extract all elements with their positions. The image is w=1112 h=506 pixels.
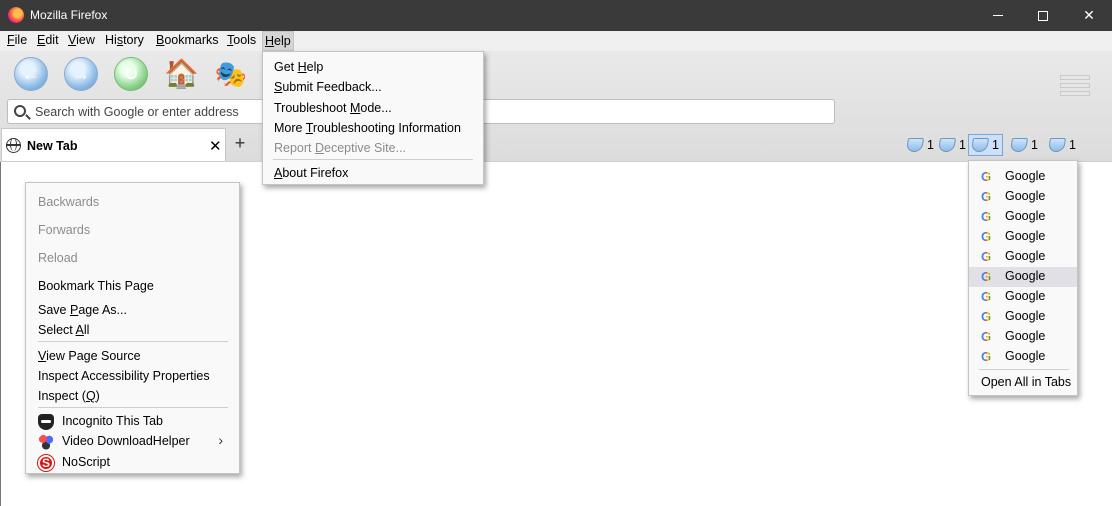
context-save-page[interactable]: Save Page As... [38,303,239,317]
open-all-in-tabs[interactable]: Open All in Tabs [981,375,1077,389]
menu-item-report-deceptive-site: Report Deceptive Site... [274,141,407,155]
home-icon: 🏠 [164,58,199,89]
close-tab-icon[interactable]: ✕ [209,137,222,155]
menu-bookmarks[interactable]: Bookmarks [154,33,221,47]
folder-shield-icon [938,138,956,152]
forward-button[interactable]: → [64,57,98,91]
menu-item-troubleshooting-info[interactable]: More Troubleshooting Information [274,121,483,135]
bookmark-item[interactable]: G Google [969,307,1077,327]
private-browsing-button[interactable]: 🎭 [214,57,248,91]
folder-shield-icon [971,138,989,152]
menu-item-submit-feedback[interactable]: Submit Feedback... [274,80,483,94]
maximize-icon [1038,10,1048,21]
folder-shield-icon [1010,138,1028,152]
bookmark-folder[interactable]: 1 [936,134,969,156]
title-bar: Mozilla Firefox ✕ [0,0,1112,31]
reload-button[interactable]: ↻ [114,57,148,91]
tab-new-tab[interactable]: New Tab ✕ [1,128,226,161]
menu-separator [38,341,228,342]
search-icon [14,105,26,117]
mask-icon: 🎭 [214,59,248,89]
google-icon: G [981,349,992,364]
folder-shield-icon [906,138,924,152]
bookmark-item[interactable]: G Google [969,167,1077,187]
context-forward: Forwards [38,223,91,237]
menu-edit[interactable]: Edit [35,33,61,47]
noscript-icon [38,455,54,471]
tab-label: New Tab [27,139,78,153]
bookmark-folder-menu: G Google G Google G Google G Google G Google … [968,160,1078,396]
google-icon: G [981,269,992,284]
menu-file[interactable]: File [5,33,29,47]
menu-view[interactable]: View [66,33,97,47]
folder-shield-icon [1048,138,1066,152]
context-reload: Reload [38,251,78,265]
menu-item-troubleshoot-mode[interactable]: Troubleshoot Mode... [274,101,483,115]
content-border [0,162,1,506]
firefox-logo-icon [8,7,24,23]
google-icon: G [981,309,992,324]
forward-arrow-icon: → [72,63,90,84]
minimize-button[interactable] [975,0,1021,31]
context-back: Backwards [38,195,100,209]
context-select-all[interactable]: Select All [38,323,239,337]
google-icon: G [981,229,992,244]
home-button[interactable]: 🏠 [164,57,199,91]
globe-icon [6,138,21,153]
context-inspect[interactable]: Inspect (Q) [38,389,239,403]
incognito-icon [38,414,54,430]
google-icon: G [981,249,992,264]
context-inspect-accessibility[interactable]: Inspect Accessibility Properties [38,369,239,383]
menu-item-about-firefox[interactable]: About Firefox [274,166,483,180]
bookmark-item[interactable]: G Google [969,347,1077,367]
bookmark-item[interactable]: G Google [969,327,1077,347]
google-icon: G [981,329,992,344]
menu-bar: File Edit View History Bookmarks Tools H… [0,31,1112,51]
menu-item-get-help[interactable]: Get Help [274,60,483,74]
chevron-right-icon: › [218,432,223,448]
menu-separator [979,369,1069,370]
google-icon: G [981,289,992,304]
maximize-button[interactable] [1020,0,1066,31]
bookmark-item[interactable]: G Google [969,227,1077,247]
back-button[interactable]: ← [14,57,48,91]
back-arrow-icon: ← [22,63,40,84]
minimize-icon [993,15,1003,16]
bookmark-folder-active[interactable]: 1 [968,134,1003,156]
menu-help[interactable]: Help [262,31,294,51]
menu-separator [273,159,473,160]
close-window-button[interactable]: ✕ [1066,0,1112,31]
google-icon: G [981,169,992,184]
bookmark-item-highlighted[interactable]: G Google [969,267,1077,287]
bookmark-item[interactable]: G Google [969,247,1077,267]
help-menu-dropdown: Get Help Submit Feedback... Troubleshoot… [262,51,484,185]
bookmark-item[interactable]: G Google [969,187,1077,207]
video-downloadhelper-icon [38,434,54,450]
page-context-menu: Backwards Forwards Reload Bookmark This … [25,182,240,474]
address-placeholder: Search with Google or enter address [35,105,239,119]
new-tab-button[interactable]: + [229,133,251,155]
menu-separator [38,407,228,408]
bookmark-folder[interactable]: 1 [1046,134,1079,156]
menu-tools[interactable]: Tools [225,33,258,47]
window-title: Mozilla Firefox [30,8,108,22]
google-icon: G [981,209,992,224]
reload-icon: ↻ [123,63,139,84]
bookmark-item[interactable]: G Google [969,287,1077,307]
bookmark-folder[interactable]: 1 [904,134,937,156]
menu-history[interactable]: History [103,33,146,47]
context-bookmark-page[interactable]: Bookmark This Page [38,279,239,293]
close-icon: ✕ [1083,7,1095,23]
bookmark-item[interactable]: G Google [969,207,1077,227]
app-menu-button[interactable] [1060,75,1090,101]
bookmark-folder[interactable]: 1 [1008,134,1041,156]
google-icon: G [981,189,992,204]
context-view-source[interactable]: View Page Source [38,349,239,363]
